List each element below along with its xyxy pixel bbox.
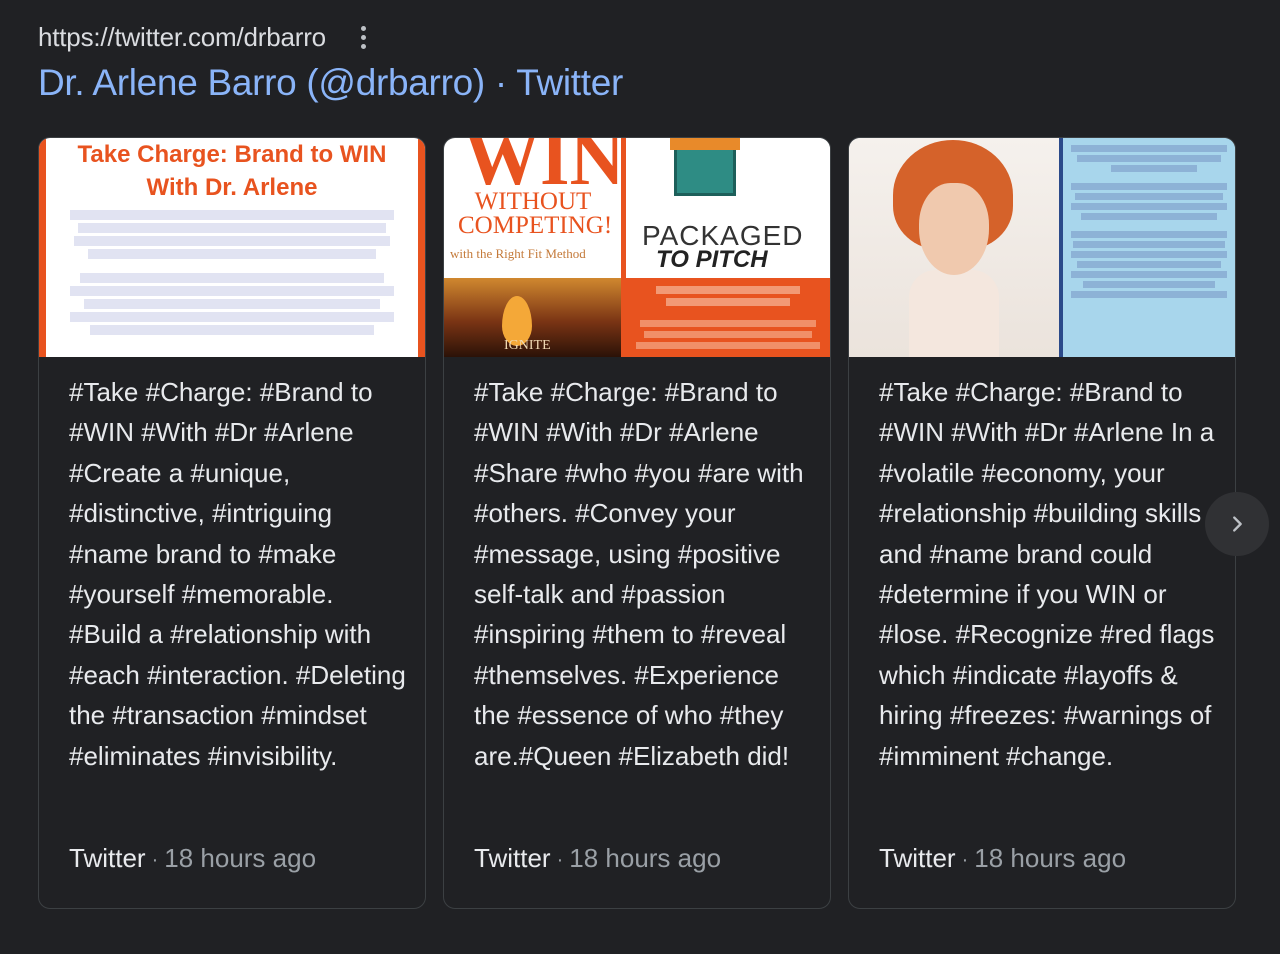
separator-dot: · (556, 848, 564, 871)
result-title-link[interactable]: Dr. Arlene Barro (@drbarro) · Twitter (38, 62, 623, 104)
tweet-meta: Twitter · 18 hours ago (69, 843, 316, 874)
tweet-meta: Twitter · 18 hours ago (879, 843, 1126, 874)
tweet-source: Twitter (474, 843, 551, 873)
testimonial-quotes (1063, 138, 1235, 357)
tweet-thumbnail-3 (849, 138, 1235, 357)
tweet-time: 18 hours ago (164, 843, 317, 873)
flame-image: IGNITE (444, 278, 621, 357)
tweet-time: 18 hours ago (974, 843, 1127, 873)
chevron-right-icon (1233, 516, 1242, 532)
more-options-button[interactable] (354, 23, 374, 53)
thumb-orange-panel (626, 278, 830, 357)
thumb-without-text: WITHOUT COMPETING! (458, 188, 613, 239)
tweet-thumbnail-2: WIN WITHOUT COMPETING! with the Right Fi… (444, 138, 830, 357)
thumb-body-text (46, 210, 418, 335)
tweet-card-3[interactable]: #Take #Charge: #Brand to #WIN #With #Dr … (848, 137, 1236, 909)
carousel-next-button[interactable] (1205, 492, 1269, 556)
thumb-subheading: With Dr. Arlene (146, 174, 318, 201)
tweet-text: #Take #Charge: #Brand to #WIN #With #Dr … (474, 377, 804, 771)
separator-dot: · (151, 848, 159, 871)
result-header: https://twitter.com/drbarro (38, 22, 374, 53)
separator-dot: · (961, 848, 969, 871)
result-url[interactable]: https://twitter.com/drbarro (38, 22, 326, 53)
tweet-meta: Twitter · 18 hours ago (474, 843, 721, 874)
kebab-icon (361, 26, 367, 31)
tweet-source: Twitter (879, 843, 956, 873)
tweet-card-2[interactable]: WIN WITHOUT COMPETING! with the Right Fi… (443, 137, 831, 909)
thumb-pitch-text: TO PITCH (656, 246, 768, 273)
thumb-heading: Take Charge: Brand to WIN (77, 141, 387, 168)
tweet-thumbnail-1: Take Charge: Brand to WIN With Dr. Arlen… (39, 138, 425, 357)
tweet-card-1[interactable]: Take Charge: Brand to WIN With Dr. Arlen… (38, 137, 426, 909)
tweet-time: 18 hours ago (569, 843, 722, 873)
tweet-source: Twitter (69, 843, 146, 873)
tweet-text: #Take #Charge: #Brand to #WIN #With #Dr … (879, 377, 1215, 771)
thumb-ignite-text: IGNITE (504, 338, 551, 353)
portrait-photo (849, 138, 1063, 357)
thumb-method-text: with the Right Fit Method (450, 246, 586, 261)
tweet-text: #Take #Charge: #Brand to #WIN #With #Dr … (69, 377, 406, 771)
